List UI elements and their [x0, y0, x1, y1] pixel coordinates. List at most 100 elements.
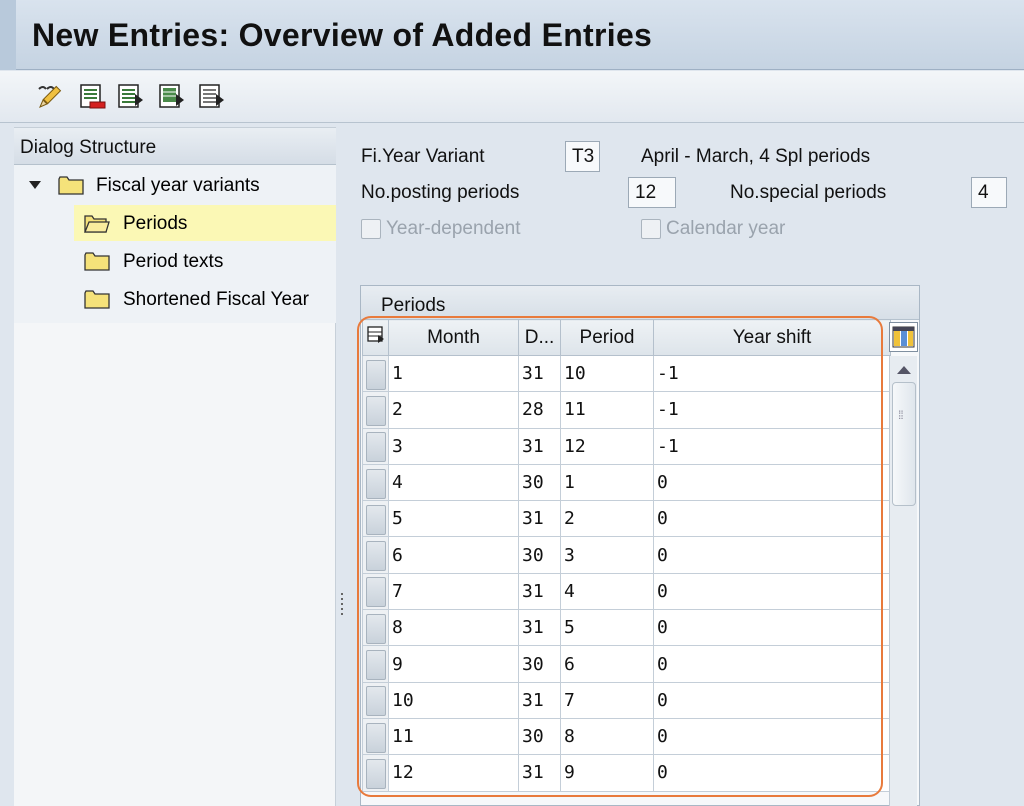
row-selector[interactable] [362, 681, 389, 719]
year-dependent-label: Year-dependent [386, 218, 521, 239]
row-selector[interactable] [362, 354, 389, 393]
month-cell[interactable]: 6 [388, 536, 519, 574]
month-cell[interactable]: 12 [388, 754, 519, 792]
fy-variant-field[interactable]: T3 [565, 141, 600, 172]
period-cell[interactable]: 11 [560, 391, 654, 429]
month-cell[interactable]: 9 [388, 645, 519, 683]
month-cell[interactable]: 5 [388, 500, 519, 538]
month-cell[interactable]: 4 [388, 463, 519, 502]
dialog-structure-tree: Fiscal year variants Periods Period text… [14, 165, 336, 323]
panel-splitter[interactable] [340, 590, 344, 626]
row-selector[interactable] [362, 391, 389, 429]
column-header-year-shift[interactable]: Year shift [653, 319, 891, 356]
column-header-period[interactable]: Period [560, 319, 654, 356]
day-cell[interactable]: 30 [518, 717, 561, 756]
year-shift-cell[interactable]: -1 [653, 427, 891, 465]
tree-item-fiscal-year-variants[interactable]: Fiscal year variants [14, 167, 336, 203]
application-toolbar [0, 71, 1024, 123]
delete-entry-icon[interactable] [78, 82, 108, 112]
day-cell[interactable]: 30 [518, 463, 561, 502]
day-cell[interactable]: 31 [518, 500, 561, 538]
column-header-month[interactable]: Month [388, 319, 519, 356]
year-shift-cell[interactable]: 0 [653, 754, 891, 792]
table-row: 8 31 5 0 [362, 609, 891, 647]
month-cell[interactable]: 2 [388, 391, 519, 429]
column-settings-icon [892, 326, 915, 348]
month-cell[interactable]: 7 [388, 572, 519, 611]
month-cell[interactable]: 3 [388, 427, 519, 465]
table-vertical-scrollbar[interactable]: ⁞⁞ [889, 356, 917, 806]
year-shift-cell[interactable]: 0 [653, 645, 891, 683]
year-shift-cell[interactable]: -1 [653, 354, 891, 393]
row-selector[interactable] [362, 754, 389, 792]
year-shift-cell[interactable]: 0 [653, 572, 891, 611]
year-shift-cell[interactable]: 0 [653, 536, 891, 574]
day-cell[interactable]: 31 [518, 572, 561, 611]
special-periods-field[interactable]: 4 [971, 177, 1007, 208]
display-change-icon[interactable] [34, 82, 64, 112]
day-cell[interactable]: 31 [518, 427, 561, 465]
table-row: 5 31 2 0 [362, 500, 891, 538]
period-cell[interactable]: 5 [560, 609, 654, 647]
month-cell[interactable]: 8 [388, 609, 519, 647]
select-block-icon[interactable] [157, 82, 187, 112]
year-shift-cell[interactable]: 0 [653, 717, 891, 756]
year-shift-cell[interactable]: 0 [653, 500, 891, 538]
special-periods-label: No.special periods [730, 182, 887, 203]
month-cell[interactable]: 1 [388, 354, 519, 393]
year-shift-cell[interactable]: 0 [653, 463, 891, 502]
period-cell[interactable]: 1 [560, 463, 654, 502]
table-row: 10 31 7 0 [362, 681, 891, 719]
folder-open-icon [84, 215, 110, 233]
period-cell[interactable]: 4 [560, 572, 654, 611]
scroll-up-icon[interactable] [897, 366, 911, 374]
row-selector[interactable] [362, 536, 389, 574]
row-selector[interactable] [362, 717, 389, 756]
day-cell[interactable]: 31 [518, 754, 561, 792]
month-cell[interactable]: 11 [388, 717, 519, 756]
year-shift-cell[interactable]: -1 [653, 391, 891, 429]
posting-periods-label: No.posting periods [361, 182, 520, 203]
select-all-rows-cell[interactable] [362, 319, 389, 356]
tree-item-periods[interactable]: Periods [74, 205, 336, 241]
select-all-icon[interactable] [116, 82, 146, 112]
table-select-all-icon[interactable] [366, 325, 385, 344]
day-cell[interactable]: 31 [518, 609, 561, 647]
year-shift-cell[interactable]: 0 [653, 681, 891, 719]
scroll-thumb[interactable] [892, 382, 916, 506]
tree-item-shortened-fiscal-year[interactable]: Shortened Fiscal Year [74, 281, 336, 317]
column-header-day[interactable]: D... [518, 319, 561, 356]
period-cell[interactable]: 9 [560, 754, 654, 792]
column-settings-button[interactable] [889, 322, 918, 352]
period-cell[interactable]: 7 [560, 681, 654, 719]
row-selector[interactable] [362, 609, 389, 647]
day-cell[interactable]: 30 [518, 536, 561, 574]
row-selector[interactable] [362, 463, 389, 502]
period-cell[interactable]: 3 [560, 536, 654, 574]
period-cell[interactable]: 6 [560, 645, 654, 683]
table-row: 9 30 6 0 [362, 645, 891, 683]
row-selector[interactable] [362, 427, 389, 465]
day-cell[interactable]: 30 [518, 645, 561, 683]
folder-icon [58, 176, 84, 195]
day-cell[interactable]: 28 [518, 391, 561, 429]
year-dependent-checkbox[interactable] [361, 219, 381, 239]
period-cell[interactable]: 10 [560, 354, 654, 393]
calendar-year-checkbox[interactable] [641, 219, 661, 239]
row-selector[interactable] [362, 645, 389, 683]
tree-item-period-texts[interactable]: Period texts [74, 243, 336, 279]
period-cell[interactable]: 8 [560, 717, 654, 756]
row-selector[interactable] [362, 572, 389, 611]
title-bar: New Entries: Overview of Added Entries [0, 0, 1024, 70]
expand-caret-icon[interactable] [29, 181, 41, 189]
deselect-all-icon[interactable] [197, 82, 227, 112]
posting-periods-field[interactable]: 12 [628, 177, 676, 208]
row-selector[interactable] [362, 500, 389, 538]
year-shift-cell[interactable]: 0 [653, 609, 891, 647]
day-cell[interactable]: 31 [518, 354, 561, 393]
day-cell[interactable]: 31 [518, 681, 561, 719]
period-cell[interactable]: 2 [560, 500, 654, 538]
periods-table-title: Periods [381, 295, 446, 316]
period-cell[interactable]: 12 [560, 427, 654, 465]
month-cell[interactable]: 10 [388, 681, 519, 719]
